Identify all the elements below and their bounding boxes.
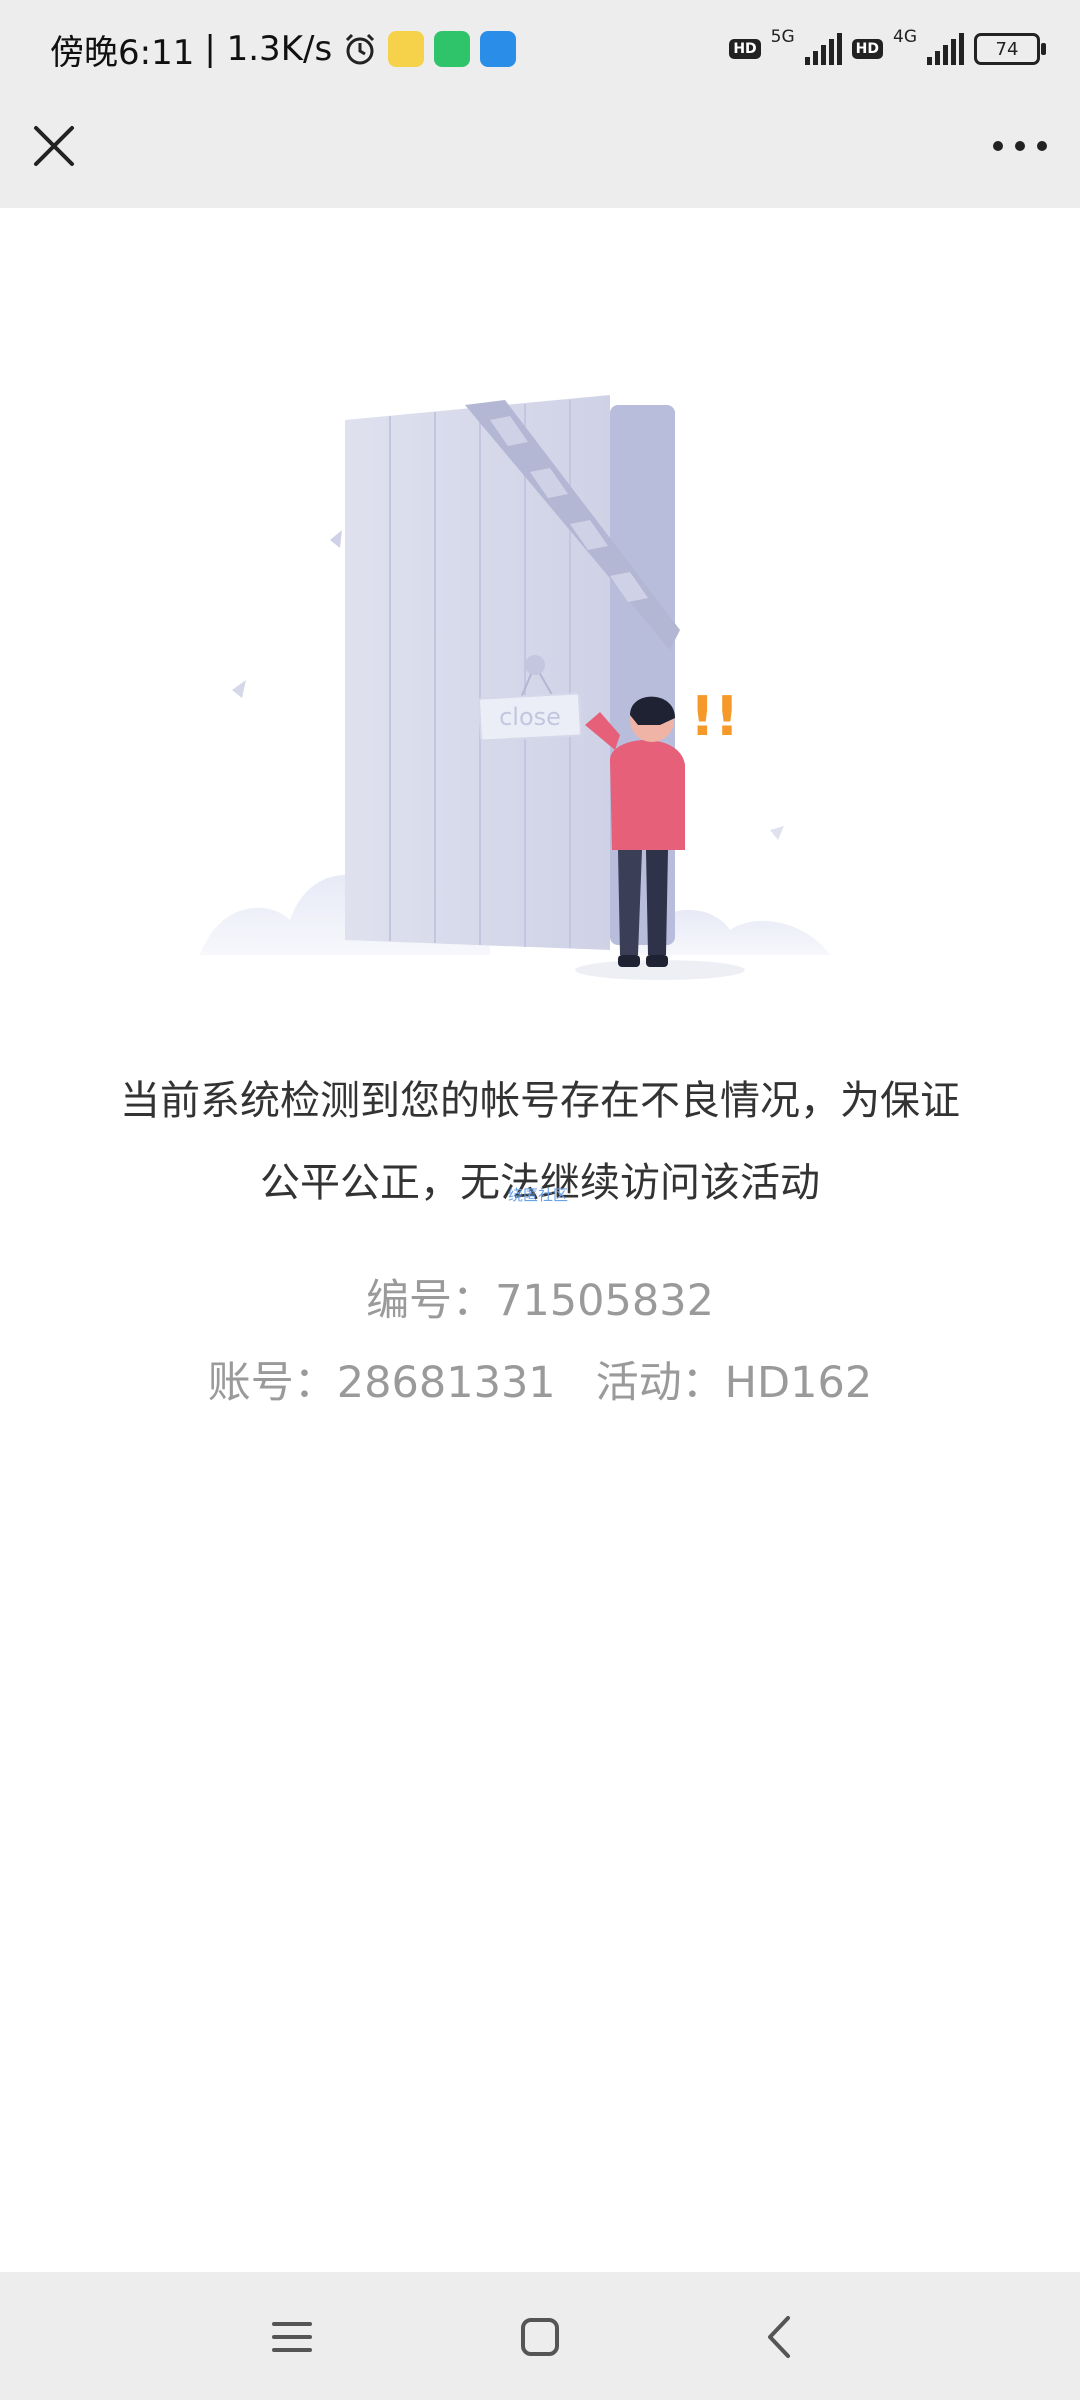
restriction-message: 当前系统检测到您的帐号存在不良情况，为保证 公平公正，无法继续访问该活动 绕匿社…	[60, 1060, 1020, 1224]
hd-badge-2: HD	[851, 39, 883, 59]
more-dots-icon	[993, 141, 1047, 151]
close-button[interactable]	[24, 116, 84, 176]
recent-apps-button[interactable]	[252, 2302, 332, 2372]
system-nav-bar	[0, 2272, 1080, 2400]
watermark-text: 绕匿社区	[508, 1186, 569, 1204]
home-button[interactable]	[500, 2302, 580, 2372]
signal-5g-icon	[804, 33, 842, 65]
activity-label: 活动：	[595, 1358, 725, 1408]
title-bar	[0, 96, 1080, 208]
account-label: 账号：	[207, 1358, 337, 1408]
serial-number-row: 编号：71505832	[0, 1266, 1080, 1328]
back-button[interactable]	[740, 2302, 820, 2372]
status-bar: 傍晚6:11 | 1.3K/s HD 5G HD 4G 74	[0, 0, 1080, 96]
battery-icon: 74	[974, 33, 1046, 65]
network-5g-label: 5G	[770, 27, 795, 47]
status-left: 傍晚6:11 | 1.3K/s	[50, 24, 517, 74]
back-icon	[768, 2316, 790, 2358]
blocked-door-illustration: close !!	[200, 395, 830, 980]
menu-icon	[272, 2322, 312, 2352]
serial-label: 编号：	[366, 1276, 496, 1326]
browser-app-icon	[480, 31, 517, 67]
message-line-2: 公平公正，无法继续访问该活动	[260, 1160, 820, 1206]
close-icon	[34, 126, 74, 166]
activity-value: HD162	[724, 1358, 873, 1408]
status-speed: | 1.3K/s	[204, 29, 333, 69]
alarm-icon	[346, 33, 375, 65]
message-line-1: 当前系统检测到您的帐号存在不良情况，为保证	[120, 1078, 960, 1124]
alert-marks: !!	[690, 685, 739, 748]
network-4g-label: 4G	[893, 27, 917, 47]
chat-app-icon	[434, 31, 471, 67]
app-notification-icon	[388, 31, 425, 67]
serial-value: 71505832	[495, 1276, 714, 1326]
more-options-button[interactable]	[984, 116, 1056, 176]
status-right: HD 5G HD 4G 74	[729, 26, 1046, 72]
account-activity-row: 账号：28681331 活动：HD162	[0, 1348, 1080, 1410]
signal-4g-icon	[927, 33, 964, 65]
sign-text: close	[499, 703, 561, 731]
hd-badge: HD	[729, 39, 761, 59]
battery-level: 74	[995, 38, 1019, 60]
account-value: 28681331	[336, 1358, 556, 1408]
home-icon	[521, 2318, 559, 2356]
status-time: 傍晚6:11	[50, 32, 195, 73]
